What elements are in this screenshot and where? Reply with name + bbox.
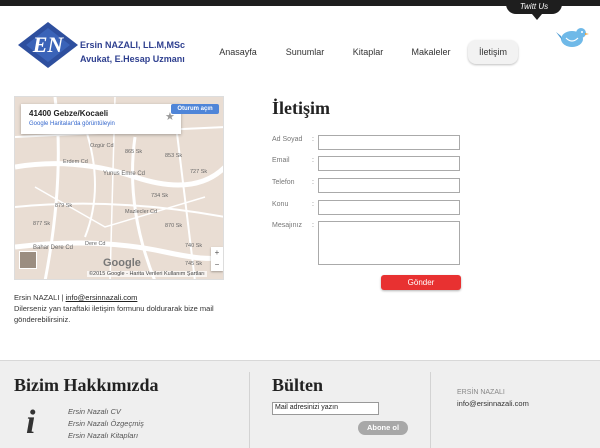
map-info-card: 41400 Gebze/Kocaeli Google Haritalar'da … (21, 104, 181, 134)
main-nav: Anasayfa Sunumlar Kitaplar Makaleler İle… (0, 40, 600, 64)
street-label: Yunus Emre Cd (103, 171, 145, 177)
label-mesaj: Mesajınız (272, 222, 302, 229)
street-label: 865 Sk (125, 149, 142, 155)
nav-iletisim[interactable]: İletişim (468, 40, 518, 64)
bulten-title: Bülten (272, 375, 324, 395)
message-field[interactable] (318, 221, 460, 265)
about-title: Bizim Hakkımızda (14, 375, 159, 395)
street-label: 877 Sk (33, 221, 50, 227)
street-label: Mazlecler Cd (125, 209, 157, 215)
sign-in-button[interactable]: Oturum açın (171, 104, 219, 114)
form-title: İletişim (272, 98, 330, 118)
phone-field[interactable] (318, 178, 460, 193)
subject-field[interactable] (318, 200, 460, 215)
footer-contact-name: ERSİN NAZALI (457, 389, 505, 396)
label-colon: : (312, 136, 314, 143)
label-telefon: Telefon (272, 179, 295, 186)
street-label: Bahar Dere Cd (33, 245, 73, 251)
google-map[interactable]: Yunus Emre Cd Bahar Dere Cd Mazlecler Cd… (14, 96, 224, 280)
label-colon: : (312, 222, 314, 229)
street-label: Dere Cd (85, 241, 105, 247)
about-links: Ersin Nazalı CV Ersin Nazalı Özgeçmiş Er… (68, 406, 144, 442)
subscribe-button[interactable]: Abone ol (358, 421, 408, 435)
label-colon: : (312, 179, 314, 186)
street-label: 745 Sk (185, 261, 202, 267)
google-logo: Google (103, 257, 141, 269)
street-label: 853 Sk (165, 153, 182, 159)
street-label: 740 Sk (185, 243, 202, 249)
label-colon: : (312, 157, 314, 164)
name-field[interactable] (318, 135, 460, 150)
footer-divider (249, 372, 250, 448)
map-open-link[interactable]: Google Haritalar'da görüntüleyin (29, 121, 115, 127)
street-label: 734 Sk (151, 193, 168, 199)
contact-separator: | (61, 293, 64, 302)
link-kitaplar[interactable]: Ersin Nazalı Kitapları (68, 430, 144, 442)
contact-name: Ersin NAZALI (14, 293, 60, 302)
zoom-out-icon[interactable]: − (211, 259, 223, 271)
twitt-tail (532, 14, 542, 20)
link-cv[interactable]: Ersin Nazalı CV (68, 406, 144, 418)
street-label: 870 Sk (165, 223, 182, 229)
map-credit[interactable]: ©2015 Google - Harita Verileri Kullanım … (87, 271, 207, 277)
label-ad-soyad: Ad Soyad (272, 136, 303, 143)
newsletter-email-input[interactable]: Mail adresinizi yazın (272, 402, 379, 415)
nav-anasayfa[interactable]: Anasayfa (212, 40, 264, 64)
twitt-us-link[interactable]: Twitt Us (506, 0, 562, 14)
footer-divider (430, 372, 431, 448)
label-colon: : (312, 201, 314, 208)
street-label: 727 Sk (190, 169, 207, 175)
street-label: Ozgür Cd (90, 143, 114, 149)
zoom-in-icon[interactable]: + (211, 247, 223, 259)
footer-contact-email[interactable]: info@ersinnazali.com (457, 399, 529, 408)
street-label: 879 Sk (55, 203, 72, 209)
send-button[interactable]: Gönder (381, 275, 461, 290)
nav-sunumlar[interactable]: Sunumlar (280, 40, 330, 64)
label-email: Email (272, 157, 290, 164)
label-konu: Konu (272, 201, 289, 208)
contact-description: Dilerseniz yan taraftaki iletişim formun… (14, 304, 214, 324)
contact-info: Ersin NAZALI | info@ersinnazali.com Dile… (14, 292, 226, 325)
email-field[interactable] (318, 156, 460, 171)
map-address: 41400 Gebze/Kocaeli (29, 109, 109, 118)
info-icon: i (26, 404, 36, 441)
satellite-toggle[interactable] (19, 251, 37, 269)
nav-makaleler[interactable]: Makaleler (406, 40, 456, 64)
nav-kitaplar[interactable]: Kitaplar (346, 40, 390, 64)
zoom-control: + − (211, 247, 223, 271)
street-label: Erdem Cd (63, 159, 88, 165)
contact-email-link[interactable]: info@ersinnazali.com (66, 293, 138, 302)
link-ozgecmis[interactable]: Ersin Nazalı Özgeçmiş (68, 418, 144, 430)
